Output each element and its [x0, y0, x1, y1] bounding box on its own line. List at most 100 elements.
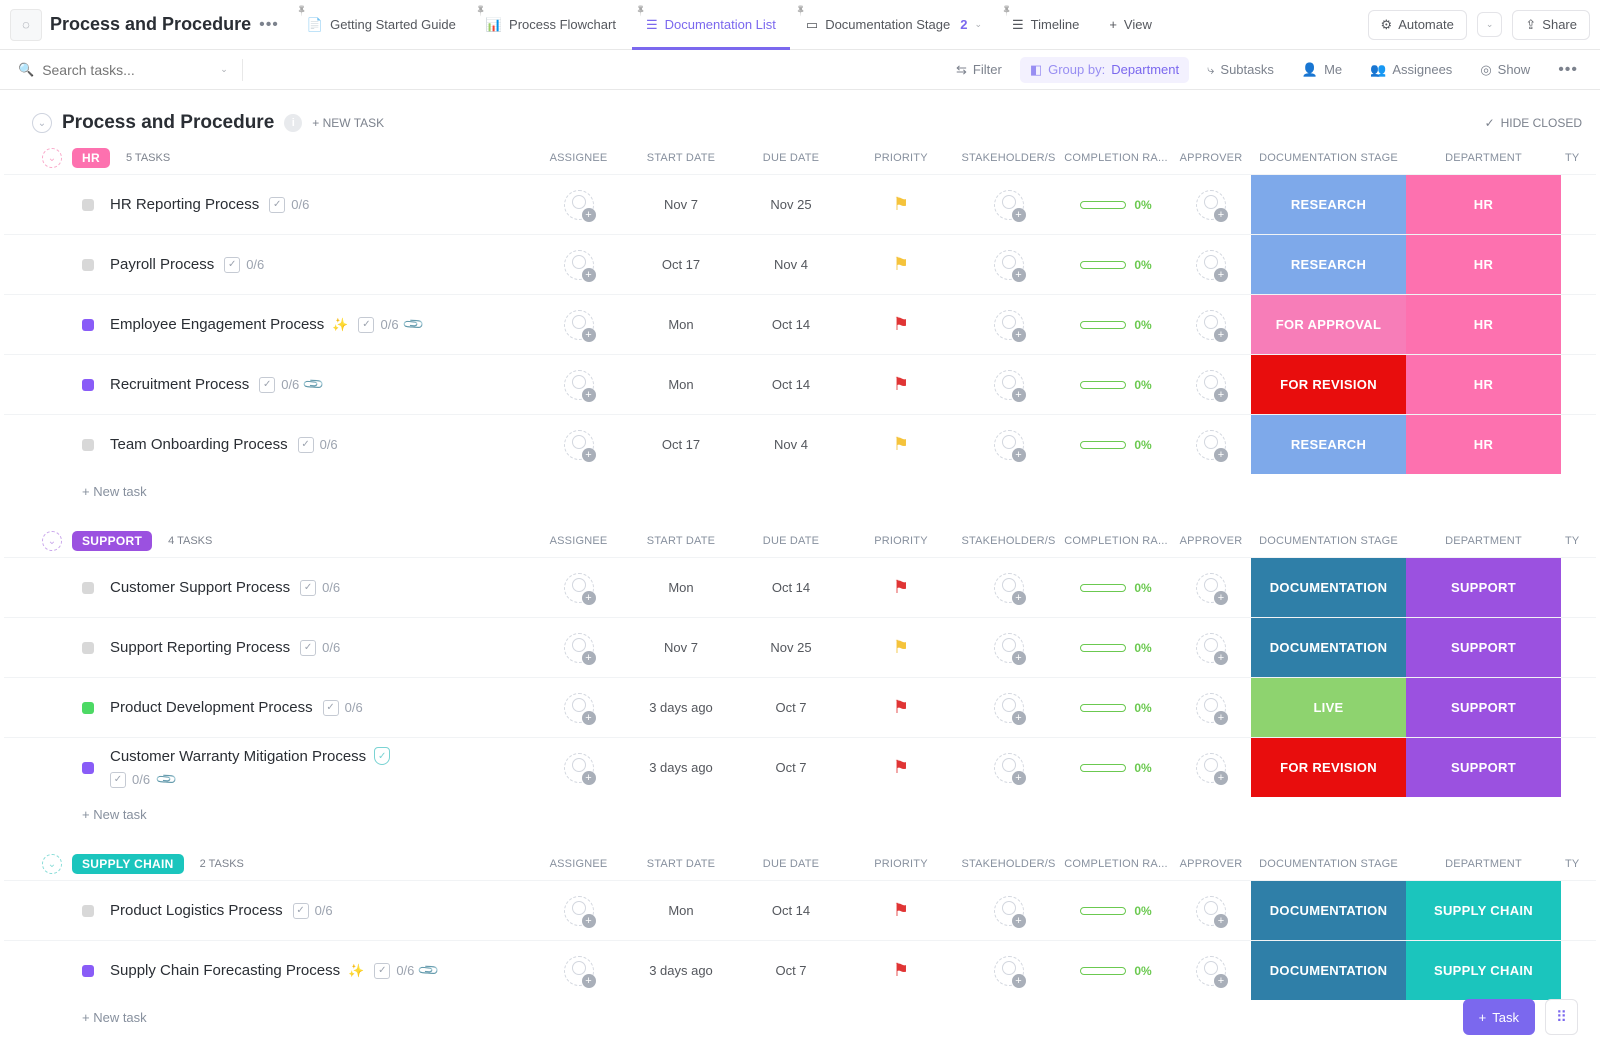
collapse-group-icon[interactable]: ⌄	[42, 531, 62, 551]
filter-button[interactable]: ⇆Filter	[946, 57, 1012, 83]
cell-approver[interactable]	[1171, 633, 1251, 663]
col-department[interactable]: DEPARTMENT	[1406, 858, 1561, 870]
cell-stage[interactable]: FOR APPROVAL	[1251, 295, 1406, 354]
group-tag[interactable]: HR	[72, 148, 110, 168]
cell-stakeholder[interactable]	[956, 250, 1061, 280]
avatar-placeholder[interactable]	[564, 573, 594, 603]
cell-stage[interactable]: RESEARCH	[1251, 415, 1406, 474]
cell-completion[interactable]: 0%	[1061, 641, 1171, 655]
cell-stakeholder[interactable]	[956, 573, 1061, 603]
task-name[interactable]: Recruitment Process	[110, 376, 249, 393]
cell-priority[interactable]: ⚑	[846, 374, 956, 395]
add-view-button[interactable]: +View	[1095, 0, 1166, 50]
automate-button[interactable]: ⚙Automate	[1368, 10, 1467, 40]
cell-stage[interactable]: DOCUMENTATION	[1251, 941, 1406, 1000]
cell-due[interactable]: Nov 4	[736, 437, 846, 452]
add-task-row[interactable]: + New task	[4, 1000, 1596, 1029]
cell-department[interactable]: SUPPORT	[1406, 618, 1561, 677]
avatar-placeholder[interactable]	[994, 693, 1024, 723]
cell-due[interactable]: Nov 25	[736, 197, 846, 212]
cell-start[interactable]: Oct 17	[626, 437, 736, 452]
status-square[interactable]	[82, 965, 94, 977]
cell-stage[interactable]: RESEARCH	[1251, 175, 1406, 234]
cell-department[interactable]: SUPPORT	[1406, 678, 1561, 737]
task-name[interactable]: Supply Chain Forecasting Process	[110, 962, 340, 979]
col-completion[interactable]: COMPLETION RA...	[1061, 858, 1171, 870]
cell-stakeholder[interactable]	[956, 956, 1061, 986]
cell-department[interactable]: HR	[1406, 295, 1561, 354]
col-assignee[interactable]: ASSIGNEE	[531, 152, 626, 164]
status-square[interactable]	[82, 582, 94, 594]
add-task-row[interactable]: + New task	[4, 474, 1596, 503]
automate-chevron[interactable]: ⌄	[1477, 12, 1503, 37]
avatar-placeholder[interactable]	[1196, 573, 1226, 603]
cell-stage[interactable]: DOCUMENTATION	[1251, 881, 1406, 940]
cell-stage[interactable]: DOCUMENTATION	[1251, 618, 1406, 677]
col-stage[interactable]: DOCUMENTATION STAGE	[1251, 152, 1406, 164]
cell-approver[interactable]	[1171, 190, 1251, 220]
cell-approver[interactable]	[1171, 573, 1251, 603]
avatar-placeholder[interactable]	[1196, 753, 1226, 783]
avatar-placeholder[interactable]	[564, 370, 594, 400]
search-box[interactable]: 🔍 ⌄	[12, 62, 234, 78]
task-row[interactable]: Recruitment Process ✓0/6📎 Mon Oct 14 ⚑ 0…	[4, 354, 1596, 414]
task-row[interactable]: Customer Warranty Mitigation Process✓ ✓0…	[4, 737, 1596, 797]
cell-approver[interactable]	[1171, 956, 1251, 986]
col-priority[interactable]: PRIORITY	[846, 858, 956, 870]
cell-assignee[interactable]	[531, 370, 626, 400]
tab-documentation-stage[interactable]: ▭Documentation Stage2⌄	[792, 0, 996, 50]
cell-stakeholder[interactable]	[956, 310, 1061, 340]
new-task-fab[interactable]: +Task	[1463, 999, 1535, 1035]
avatar-placeholder[interactable]	[994, 310, 1024, 340]
avatar-placeholder[interactable]	[994, 430, 1024, 460]
col-approver[interactable]: APPROVER	[1171, 152, 1251, 164]
cell-assignee[interactable]	[531, 250, 626, 280]
col-priority[interactable]: PRIORITY	[846, 152, 956, 164]
cell-completion[interactable]: 0%	[1061, 761, 1171, 775]
cell-assignee[interactable]	[531, 430, 626, 460]
cell-start[interactable]: Nov 7	[626, 640, 736, 655]
task-name[interactable]: Customer Warranty Mitigation Process	[110, 748, 366, 765]
cell-priority[interactable]: ⚑	[846, 697, 956, 718]
task-row[interactable]: Employee Engagement Process✨ ✓0/6📎 Mon O…	[4, 294, 1596, 354]
task-row[interactable]: Supply Chain Forecasting Process✨ ✓0/6📎 …	[4, 940, 1596, 1000]
cell-department[interactable]: SUPPORT	[1406, 738, 1561, 797]
collapse-group-icon[interactable]: ⌄	[42, 854, 62, 874]
cell-assignee[interactable]	[531, 190, 626, 220]
cell-completion[interactable]: 0%	[1061, 701, 1171, 715]
cell-due[interactable]: Oct 7	[736, 963, 846, 978]
status-square[interactable]	[82, 319, 94, 331]
avatar-placeholder[interactable]	[994, 633, 1024, 663]
col-stage[interactable]: DOCUMENTATION STAGE	[1251, 535, 1406, 547]
info-icon[interactable]: i	[284, 114, 302, 132]
avatar-placeholder[interactable]	[1196, 956, 1226, 986]
task-row[interactable]: Product Logistics Process ✓0/6 Mon Oct 1…	[4, 880, 1596, 940]
cell-department[interactable]: SUPPLY CHAIN	[1406, 881, 1561, 940]
cell-priority[interactable]: ⚑	[846, 314, 956, 335]
cell-start[interactable]: Mon	[626, 317, 736, 332]
subtasks-button[interactable]: ⤷Subtasks	[1197, 57, 1284, 83]
cell-stakeholder[interactable]	[956, 370, 1061, 400]
status-square[interactable]	[82, 702, 94, 714]
more-button[interactable]: •••	[1548, 56, 1588, 84]
title-block[interactable]: Process and Procedure •••	[44, 14, 291, 35]
groupby-button[interactable]: ◧Group by:Department	[1020, 57, 1189, 83]
col-start[interactable]: START DATE	[626, 535, 736, 547]
task-row[interactable]: HR Reporting Process ✓0/6 Nov 7 Nov 25 ⚑…	[4, 174, 1596, 234]
share-button[interactable]: ⇪Share	[1512, 10, 1590, 40]
cell-stakeholder[interactable]	[956, 430, 1061, 460]
avatar-placeholder[interactable]	[564, 310, 594, 340]
cell-start[interactable]: Mon	[626, 903, 736, 918]
cell-priority[interactable]: ⚑	[846, 900, 956, 921]
col-stakeholders[interactable]: STAKEHOLDER/S	[956, 858, 1061, 870]
cell-completion[interactable]: 0%	[1061, 438, 1171, 452]
apps-fab[interactable]: ⠿	[1545, 999, 1578, 1035]
avatar-placeholder[interactable]	[564, 250, 594, 280]
status-square[interactable]	[82, 199, 94, 211]
cell-department[interactable]: HR	[1406, 415, 1561, 474]
col-start[interactable]: START DATE	[626, 152, 736, 164]
cell-start[interactable]: Mon	[626, 580, 736, 595]
task-row[interactable]: Support Reporting Process ✓0/6 Nov 7 Nov…	[4, 617, 1596, 677]
cell-stage[interactable]: RESEARCH	[1251, 235, 1406, 294]
cell-due[interactable]: Nov 25	[736, 640, 846, 655]
